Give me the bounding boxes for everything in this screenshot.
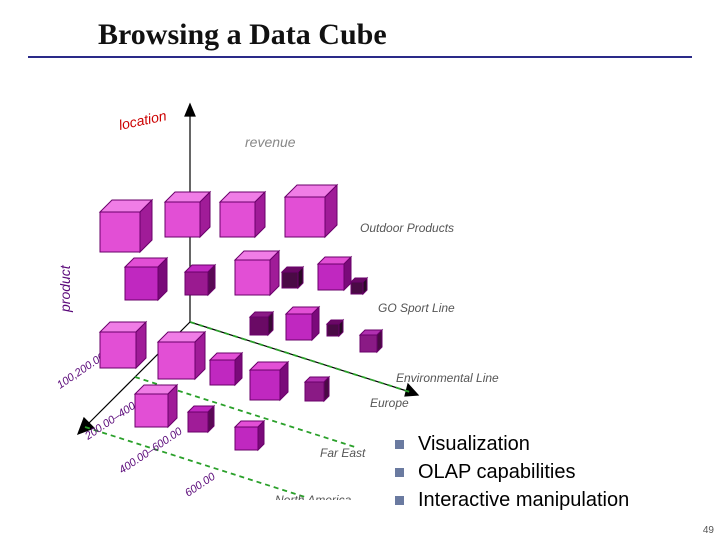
cube (158, 332, 205, 379)
bullet-item: Interactive manipulation (395, 486, 715, 514)
cube (318, 257, 351, 290)
axis-label-location: location (117, 107, 168, 133)
bullet-item: OLAP capabilities (395, 458, 715, 486)
cube (250, 362, 288, 400)
y-tick-2: 400.00–600.00 (117, 425, 185, 476)
cube (286, 307, 319, 340)
z-tick-2: North America (275, 493, 352, 500)
cube (351, 278, 367, 294)
cube (165, 192, 210, 237)
cube (185, 265, 215, 295)
cube (220, 192, 265, 237)
axis-label-product: product (57, 264, 73, 313)
bullet-icon (395, 496, 404, 505)
bullet-label: OLAP capabilities (418, 458, 576, 486)
bullet-icon (395, 468, 404, 477)
cube (100, 200, 152, 252)
z-tick-1: Far East (320, 446, 366, 460)
x-tick-2: Environmental Line (396, 371, 499, 385)
page-title: Browsing a Data Cube (28, 18, 692, 52)
bullet-item: Visualization (395, 430, 715, 458)
cube (327, 320, 343, 336)
cube (188, 406, 214, 432)
page-number: 49 (703, 525, 714, 536)
cube (210, 353, 242, 385)
bullet-list: Visualization OLAP capabilities Interact… (395, 430, 715, 514)
x-tick-labels: Outdoor Products GO Sport Line Environme… (360, 221, 499, 385)
cube (282, 267, 303, 288)
cube (305, 377, 329, 401)
bullet-label: Interactive manipulation (418, 486, 629, 514)
cube (360, 330, 382, 352)
cube (285, 185, 337, 237)
cube (135, 385, 177, 427)
cube (250, 312, 273, 335)
title-underline (28, 56, 692, 58)
cube (235, 251, 279, 295)
slide: Browsing a Data Cube location (0, 0, 720, 540)
z-tick-0: Europe (370, 396, 409, 410)
cube (125, 258, 167, 300)
bullet-icon (395, 440, 404, 449)
y-tick-3: 600.00 (183, 470, 218, 499)
cube (235, 421, 264, 450)
x-tick-0: Outdoor Products (360, 221, 454, 235)
axis-label-revenue: revenue (245, 134, 296, 150)
bullet-label: Visualization (418, 430, 530, 458)
cube (100, 322, 146, 368)
z-tick-labels: Europe Far East North America (275, 396, 409, 500)
x-tick-1: GO Sport Line (378, 301, 455, 315)
